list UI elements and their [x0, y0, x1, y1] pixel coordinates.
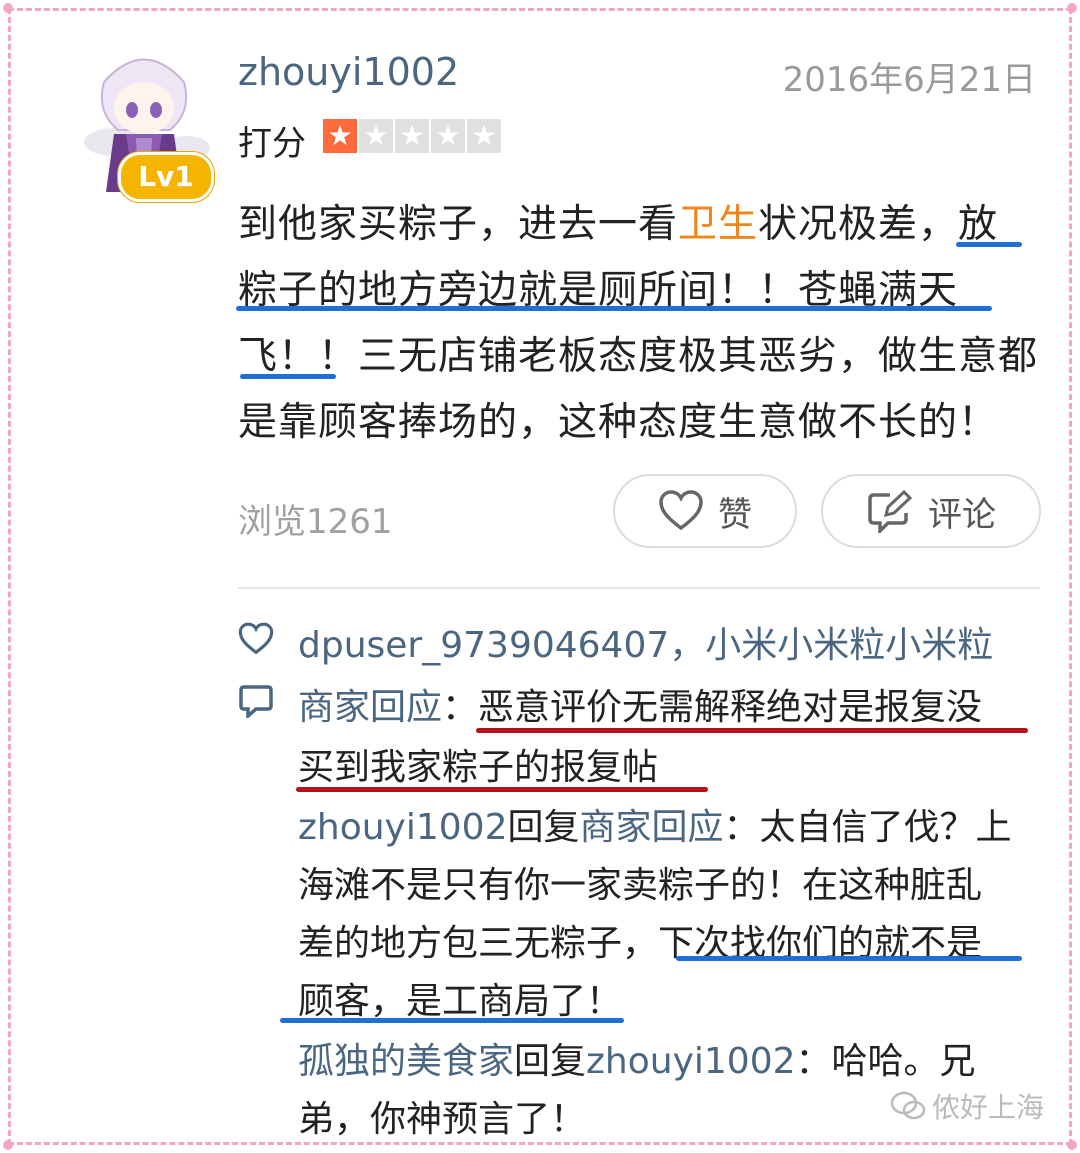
like-button[interactable]: 赞 [613, 474, 797, 548]
merchant-name[interactable]: 商家回应 [298, 687, 442, 728]
review-line: 到他家买粽子，进去一看卫生状况极差，放 [238, 202, 999, 247]
like-label: 赞 [718, 494, 752, 535]
likers-list[interactable]: dpuser_9739046407，小米小米粒小米粒 [298, 616, 993, 668]
star-icon-filled: ★ [323, 119, 357, 153]
comment-label: 评论 [928, 494, 996, 535]
reply-user[interactable]: 孤独的美食家 [298, 1041, 514, 1082]
frame-corner [1067, 3, 1077, 13]
heart-icon [659, 490, 703, 531]
review-username[interactable]: zhouyi1002 [238, 50, 459, 94]
merchant-reply-line: 商家回应：恶意评价无需解释绝对是报复没 [298, 687, 983, 728]
reply-line: 顾客，是工商局了！ [298, 981, 623, 1022]
frame-corner [1067, 1140, 1077, 1150]
level-badge: Lv1 [118, 152, 214, 202]
review-line: 飞！！三无店铺老板态度极其恶劣，做生意都 [238, 334, 1039, 379]
annotation-underline [236, 306, 992, 311]
annotation-underline [296, 787, 708, 792]
frame-border-bottom [8, 1142, 1072, 1145]
annotation-underline [676, 956, 1022, 961]
merchant-reply-line: 买到我家粽子的报复帖 [298, 747, 659, 788]
reply-line: zhouyi1002回复商家回应：太自信了伐？上 [298, 807, 1012, 848]
comment-button[interactable]: 评论 [821, 474, 1041, 548]
frame-corner [3, 3, 13, 13]
star-icon-empty: ★ [431, 119, 465, 153]
frame-corner [3, 1140, 13, 1150]
annotation-underline [280, 1018, 624, 1023]
annotation-underline [240, 374, 336, 379]
annotation-underline [476, 728, 1028, 733]
reply-line: 弟，你神预言了！ [298, 1099, 587, 1140]
review-line: 粽子的地方旁边就是厕所间！！苍蝇满天 [238, 268, 959, 313]
star-icon-empty: ★ [359, 119, 393, 153]
wechat-icon [890, 1091, 926, 1120]
watermark: 侬好上海 [890, 1086, 1044, 1126]
edit-comment-icon [868, 489, 913, 533]
review-text: 到他家买粽子，进去一看卫生状况极差，放 粽子的地方旁边就是厕所间！！苍蝇满天 飞… [238, 192, 1048, 456]
star-rating: ★ ★ ★ ★ ★ [323, 119, 501, 153]
highlight-keyword: 卫生 [678, 202, 759, 247]
review-line: 是靠顾客捧场的，这种态度生意做不长的！ [238, 400, 999, 445]
reply-line: 孤独的美食家回复zhouyi1002：哈哈。兄 [298, 1041, 976, 1082]
reply-line: 海滩不是只有你一家卖粽子的！在这种脏乱 [298, 865, 983, 906]
reply-target[interactable]: zhouyi1002 [586, 1041, 795, 1082]
frame-border-right [1069, 8, 1072, 1145]
frame-border-top [8, 8, 1072, 11]
divider [238, 587, 1040, 589]
rating-label: 打分 [238, 124, 306, 164]
review-date: 2016年6月21日 [782, 60, 1036, 100]
star-icon-empty: ★ [467, 119, 501, 153]
frame-border-left [8, 8, 11, 1145]
star-icon-empty: ★ [395, 119, 429, 153]
annotation-underline [956, 242, 1022, 247]
comment-bubble-icon [239, 685, 273, 718]
view-count: 浏览1261 [238, 502, 393, 542]
reply-user[interactable]: zhouyi1002 [298, 807, 507, 848]
reply-target[interactable]: 商家回应 [580, 807, 724, 848]
heart-icon [238, 622, 274, 655]
